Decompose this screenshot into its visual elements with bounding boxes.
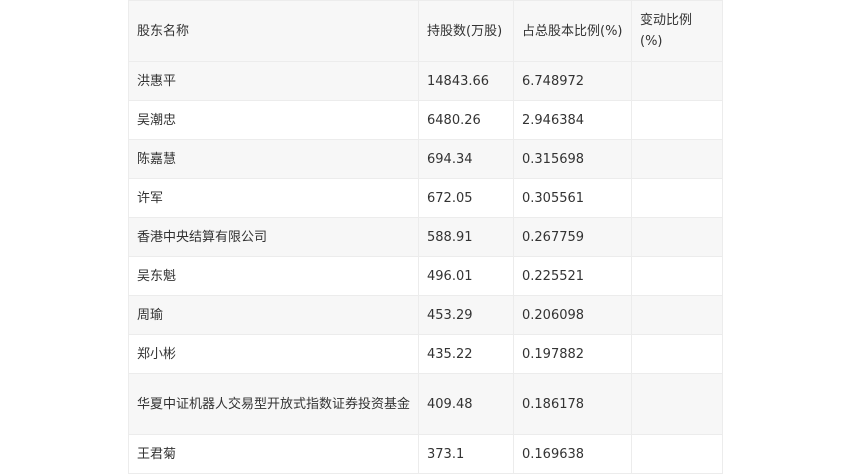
header-shares-held: 持股数(万股) [418,0,514,62]
table-row: 王君菊 373.1 0.169638 [128,434,723,474]
table-row: 香港中央结算有限公司 588.91 0.267759 [128,217,723,257]
cell-name: 周瑜 [128,295,419,335]
table-row: 吴潮忠 6480.26 2.946384 [128,100,723,140]
cell-change [631,334,723,374]
cell-name: 陈嘉慧 [128,139,419,179]
cell-change [631,295,723,335]
table-row: 洪惠平 14843.66 6.748972 [128,61,723,101]
header-shareholder-name: 股东名称 [128,0,419,62]
cell-shares: 409.48 [418,373,514,435]
header-share-ratio: 占总股本比例(%) [513,0,632,62]
cell-shares: 588.91 [418,217,514,257]
cell-ratio: 0.267759 [513,217,632,257]
cell-change [631,256,723,296]
table-row: 周瑜 453.29 0.206098 [128,295,723,335]
cell-name: 华夏中证机器人交易型开放式指数证券投资基金 [128,373,419,435]
cell-ratio: 0.197882 [513,334,632,374]
cell-ratio: 0.169638 [513,434,632,474]
cell-ratio: 0.206098 [513,295,632,335]
cell-change [631,434,723,474]
cell-change [631,61,723,101]
table-row: 华夏中证机器人交易型开放式指数证券投资基金 409.48 0.186178 [128,373,723,435]
cell-shares: 694.34 [418,139,514,179]
cell-shares: 672.05 [418,178,514,218]
cell-change [631,139,723,179]
table-row: 郑小彬 435.22 0.197882 [128,334,723,374]
cell-name: 郑小彬 [128,334,419,374]
cell-change [631,178,723,218]
cell-ratio: 0.225521 [513,256,632,296]
cell-ratio: 0.315698 [513,139,632,179]
shareholder-table: 股东名称 持股数(万股) 占总股本比例(%) 变动比例(%) 洪惠平 14843… [128,0,723,474]
cell-ratio: 0.305561 [513,178,632,218]
cell-change [631,373,723,435]
cell-shares: 373.1 [418,434,514,474]
cell-name: 吴潮忠 [128,100,419,140]
cell-name: 洪惠平 [128,61,419,101]
shareholder-table-container: 股东名称 持股数(万股) 占总股本比例(%) 变动比例(%) 洪惠平 14843… [128,0,723,474]
table-row: 许军 672.05 0.305561 [128,178,723,218]
cell-change [631,217,723,257]
cell-ratio: 6.748972 [513,61,632,101]
cell-shares: 6480.26 [418,100,514,140]
cell-name: 香港中央结算有限公司 [128,217,419,257]
table-row: 吴东魁 496.01 0.225521 [128,256,723,296]
cell-shares: 435.22 [418,334,514,374]
cell-shares: 496.01 [418,256,514,296]
cell-name: 许军 [128,178,419,218]
cell-ratio: 2.946384 [513,100,632,140]
header-change-ratio: 变动比例(%) [631,0,723,62]
cell-ratio: 0.186178 [513,373,632,435]
cell-change [631,100,723,140]
cell-shares: 453.29 [418,295,514,335]
table-row: 陈嘉慧 694.34 0.315698 [128,139,723,179]
cell-shares: 14843.66 [418,61,514,101]
cell-name: 吴东魁 [128,256,419,296]
cell-name: 王君菊 [128,434,419,474]
table-header-row: 股东名称 持股数(万股) 占总股本比例(%) 变动比例(%) [128,0,723,62]
